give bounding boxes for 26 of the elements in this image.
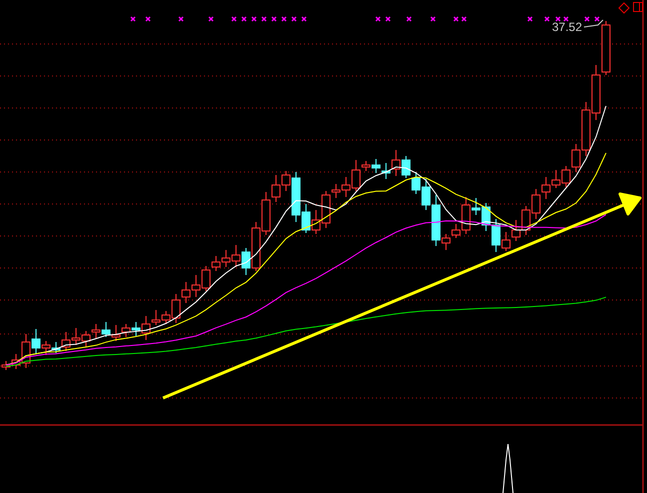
candlestick (532, 188, 540, 220)
candlestick (112, 324, 120, 342)
candlestick (232, 244, 240, 268)
candlestick (552, 170, 560, 188)
candlestick (522, 206, 530, 236)
candlestick (372, 158, 380, 174)
candlestick (72, 328, 80, 346)
volume-bar (502, 444, 514, 493)
candlestick (402, 156, 410, 178)
candlestick (122, 324, 130, 338)
candlestick (192, 274, 200, 298)
candlestick (182, 282, 190, 304)
candlestick (542, 176, 550, 200)
candlestick (412, 172, 420, 194)
diamond-icon[interactable] (618, 2, 630, 14)
pointer-line (584, 20, 604, 28)
candlestick (512, 220, 520, 242)
candlestick (222, 250, 230, 268)
candlestick (602, 20, 610, 76)
candlestick (592, 64, 600, 120)
panel-icon[interactable] (633, 2, 643, 12)
price-label: 37.52 (552, 20, 582, 34)
candlestick (82, 330, 90, 348)
candlestick (102, 322, 110, 338)
candlestick (562, 166, 570, 188)
candlestick (92, 324, 100, 340)
